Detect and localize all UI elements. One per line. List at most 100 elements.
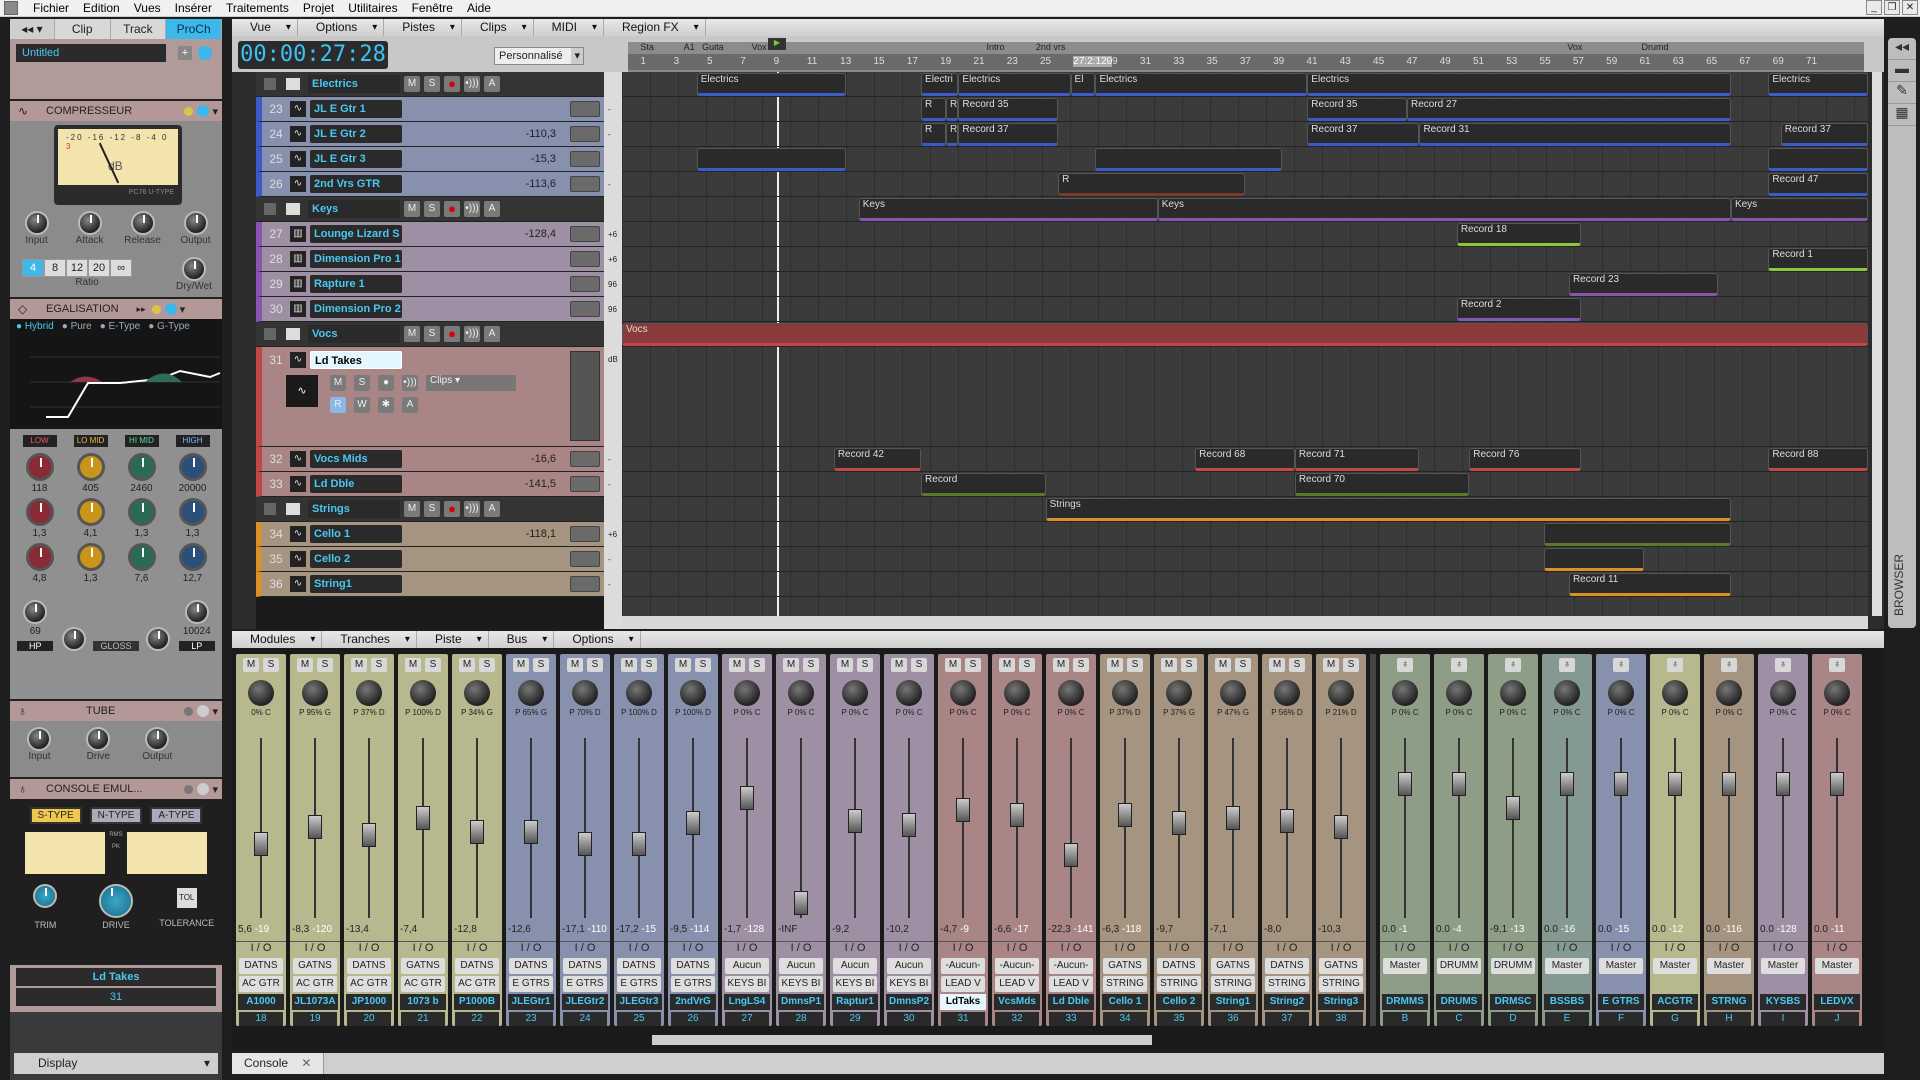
io-label[interactable]: I / O <box>1100 941 1150 954</box>
tube-input-knob[interactable] <box>27 727 52 751</box>
output-selector[interactable]: KEYS BI <box>833 976 877 992</box>
io-label[interactable]: I / O <box>344 941 394 954</box>
eq-mode-hybrid[interactable]: ● Hybrid <box>16 321 54 332</box>
folder-mute-button[interactable]: M <box>404 501 420 517</box>
folder-name[interactable]: Strings <box>308 500 400 518</box>
strip-name[interactable]: DRMSC <box>1490 994 1536 1010</box>
compressor-led[interactable] <box>184 106 194 116</box>
pan-knob[interactable] <box>1274 680 1300 706</box>
edit-filter-dropdown[interactable]: Clips ▾ <box>426 375 516 391</box>
output-selector[interactable]: Master <box>1545 958 1589 974</box>
menu-midi[interactable]: MIDI <box>534 19 604 36</box>
clip[interactable]: R <box>921 98 946 121</box>
folder-automation-button[interactable]: A <box>484 76 500 92</box>
strip-solo-button[interactable]: S <box>1343 658 1359 672</box>
strip-mute-button[interactable]: M <box>351 658 367 672</box>
low-q-knob[interactable] <box>25 498 54 526</box>
folder-automation-button[interactable]: A <box>484 326 500 342</box>
strip-name[interactable]: String1 <box>1210 994 1256 1010</box>
folder-solo-button[interactable]: S <box>424 76 440 92</box>
bus-icon[interactable]: ♁ <box>1397 658 1413 672</box>
io-label[interactable]: I / O <box>1542 941 1592 954</box>
strip-solo-button[interactable]: S <box>587 658 603 672</box>
strip-solo-button[interactable]: S <box>1019 658 1035 672</box>
volume-fader[interactable] <box>524 819 538 844</box>
pan-knob[interactable] <box>896 680 922 706</box>
ratio-4[interactable]: 4 <box>22 259 44 277</box>
menu-bus[interactable]: Bus <box>489 631 555 648</box>
output-selector[interactable]: AC GTR <box>239 976 283 992</box>
strip-solo-button[interactable]: S <box>533 658 549 672</box>
strip-mute-button[interactable]: M <box>837 658 853 672</box>
track-lane[interactable] <box>622 247 1868 272</box>
ratio-inf[interactable]: ∞ <box>110 259 132 277</box>
pan-knob[interactable] <box>464 680 490 706</box>
input-selector[interactable]: Aucun <box>779 958 823 974</box>
output-selector[interactable]: E GTRS <box>509 976 553 992</box>
track-solo-button[interactable]: S <box>354 375 370 391</box>
folder-echo-button[interactable]: •))) <box>464 326 480 342</box>
pan-knob[interactable] <box>1770 680 1796 706</box>
console-emulator-power-icon[interactable] <box>197 783 210 795</box>
strip-solo-button[interactable]: S <box>1289 658 1305 672</box>
band-himid-button[interactable]: HI MID <box>124 435 159 447</box>
folder-track[interactable]: Keys M S ● •))) A <box>256 197 604 222</box>
track-row[interactable]: 27 ▥ Lounge Lizard S -128,4 <box>256 222 604 247</box>
volume-fader[interactable] <box>1614 772 1628 796</box>
io-label[interactable]: I / O <box>776 941 826 954</box>
strip-solo-button[interactable]: S <box>803 658 819 672</box>
tol-button[interactable]: TOL <box>176 888 197 908</box>
strip-mute-button[interactable]: M <box>1323 658 1339 672</box>
output-selector[interactable]: AC GTR <box>455 976 499 992</box>
pan-knob[interactable] <box>788 680 814 706</box>
eq-led[interactable] <box>151 304 161 314</box>
pan-knob[interactable] <box>572 680 598 706</box>
folder-name[interactable]: Electrics <box>308 75 400 93</box>
strip-mute-button[interactable]: M <box>729 658 745 672</box>
eq-expand-icon[interactable]: ▸▸ <box>137 304 146 315</box>
a-type-button[interactable]: A-TYPE <box>150 807 203 824</box>
folder-track[interactable]: Strings M S ● •))) A <box>256 497 604 522</box>
output-selector[interactable]: LEAD V <box>941 976 985 992</box>
track-lane[interactable] <box>622 172 1868 197</box>
io-label[interactable]: I / O <box>1154 941 1204 954</box>
tab-clip[interactable]: Clip <box>55 19 111 39</box>
clip[interactable]: Record 31 <box>1419 123 1731 146</box>
strip-solo-button[interactable]: S <box>857 658 873 672</box>
menu-region-fx[interactable]: Region FX <box>604 19 706 36</box>
volume-fader[interactable] <box>1172 811 1186 836</box>
input-selector[interactable]: -Aucun- <box>941 958 985 974</box>
input-selector[interactable]: -Aucun- <box>1049 958 1093 974</box>
strip-name[interactable]: Cello 2 <box>1156 994 1202 1010</box>
compressor-power-icon[interactable] <box>197 105 210 117</box>
volume-fader[interactable] <box>1668 772 1682 796</box>
track-name[interactable]: Dimension Pro 1 <box>310 250 402 268</box>
strip-name[interactable]: DmnsP1 <box>778 994 824 1010</box>
track-row[interactable]: 35 ∿ Cello 2 <box>256 547 604 572</box>
strip-name[interactable]: 1073 b <box>400 994 446 1010</box>
ruler-marker[interactable]: Guita <box>702 42 724 52</box>
volume-fader[interactable] <box>254 831 268 856</box>
strip-name[interactable]: Cello 1 <box>1102 994 1148 1010</box>
output-selector[interactable]: AC GTR <box>401 976 445 992</box>
menu-vues[interactable]: Vues <box>127 1 168 15</box>
strip-mute-button[interactable]: M <box>783 658 799 672</box>
strip-mute-button[interactable]: M <box>1269 658 1285 672</box>
bus-icon[interactable]: ♁ <box>1613 658 1629 672</box>
output-selector[interactable]: LEAD V <box>1049 976 1093 992</box>
eq-mode-etype[interactable]: ● E-Type <box>100 321 141 332</box>
tube-output-knob[interactable] <box>145 727 170 751</box>
clip[interactable]: Keys <box>1730 198 1868 221</box>
output-selector[interactable]: STRING <box>1319 976 1363 992</box>
input-selector[interactable]: Aucun <box>887 958 931 974</box>
bus-icon[interactable]: ♁ <box>1667 658 1683 672</box>
folder-solo-button[interactable]: S <box>424 201 440 217</box>
clip[interactable]: Record 37 <box>958 123 1059 146</box>
output-selector[interactable]: AC GTR <box>347 976 391 992</box>
collapse-icon[interactable] <box>264 203 276 215</box>
io-label[interactable]: I / O <box>1812 941 1862 954</box>
clip[interactable] <box>1768 148 1868 171</box>
strip-mute-button[interactable]: M <box>999 658 1015 672</box>
n-type-button[interactable]: N-TYPE <box>89 807 143 824</box>
output-selector[interactable]: Master <box>1653 958 1697 974</box>
